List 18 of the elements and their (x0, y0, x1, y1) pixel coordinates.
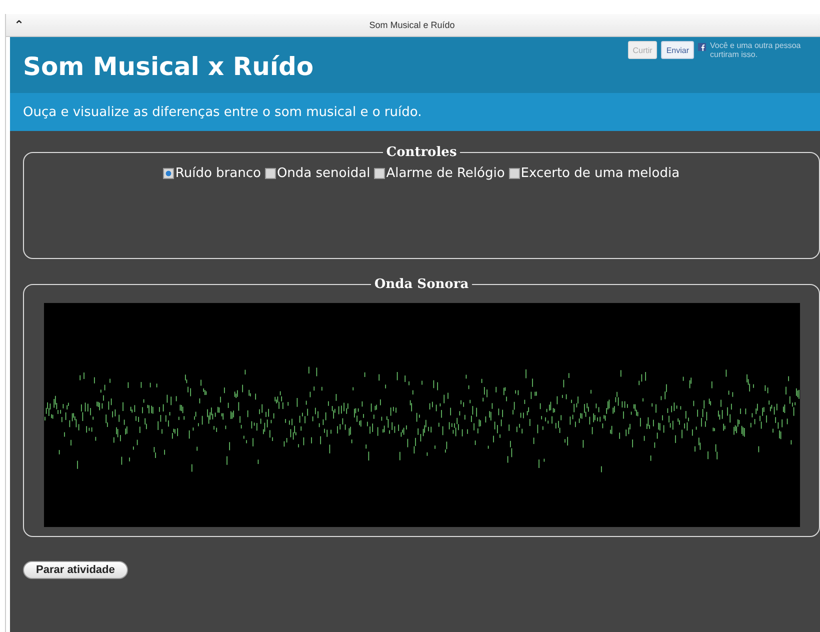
send-button[interactable]: Enviar (661, 41, 694, 59)
radio-button[interactable] (163, 168, 174, 179)
option-label: Alarme de Relógio (386, 166, 505, 181)
panel-legend: Onda Sonora (371, 277, 472, 292)
radio-button[interactable] (264, 168, 276, 179)
option-label: Onda senoidal (276, 166, 370, 181)
stop-button[interactable]: Parar atividade (23, 561, 128, 579)
option-label: Ruído branco (175, 166, 261, 181)
subtitle: Ouça e visualize as diferenças entre o som musical e o ruído. (23, 104, 422, 120)
social-text: Você e uma outra pessoa curtiram isso. (710, 41, 802, 59)
radio-button[interactable] (508, 168, 520, 179)
panel-legend: Controles (383, 145, 460, 160)
facebook-icon (698, 43, 706, 51)
option-label: Excerto de uma melodia (520, 166, 680, 181)
radio-button[interactable] (374, 168, 386, 179)
window-title: Som Musical e Ruído (369, 20, 456, 30)
page-title: Som Musical x Ruído (23, 52, 314, 81)
collapse-button[interactable]: ⌃ (14, 19, 24, 31)
